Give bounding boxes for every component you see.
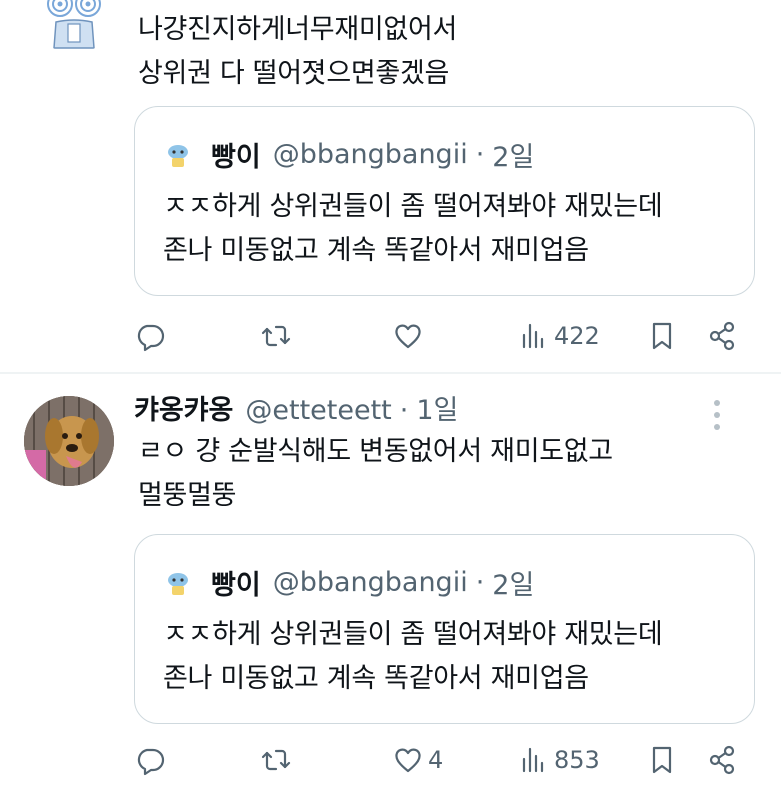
quoted-tweet-text: ㅈㅈ하게 상위권들이 좀 떨어져봐야 재밌는데 존나 미동없고 계속 똑같아서 … [163, 185, 734, 273]
bookmark-icon [652, 746, 672, 774]
reply-icon [137, 324, 165, 352]
retweet-button[interactable] [260, 740, 292, 780]
separator-dot: · [475, 567, 485, 598]
heart-icon [395, 324, 421, 349]
quoted-display-name[interactable]: 빵이 [211, 135, 261, 174]
separator-dot: · [399, 395, 409, 426]
avatar-image [24, 396, 114, 486]
avatar-image [34, 0, 114, 54]
views-chart-icon [522, 747, 544, 773]
more-dot [714, 400, 720, 406]
tweet-actions: 422 [134, 316, 755, 356]
tweet-actions: 4 853 [134, 740, 755, 780]
bookmark-button[interactable] [646, 316, 678, 356]
reply-button[interactable] [134, 316, 166, 356]
quoted-tweet-header: 빵이 @bbangbangii · 2일 [163, 563, 534, 602]
reply-button[interactable] [134, 740, 166, 780]
quoted-text-line: 존나 미동없고 계속 똑같아서 재미업음 [163, 235, 589, 266]
quoted-handle[interactable]: @bbangbangii [273, 139, 468, 170]
quoted-timestamp[interactable]: 2일 [492, 563, 534, 602]
reply-icon [137, 748, 165, 776]
timestamp[interactable]: 1일 [416, 388, 458, 427]
quoted-handle[interactable]: @bbangbangii [273, 567, 468, 598]
like-button[interactable] [392, 316, 424, 356]
bookmark-button[interactable] [646, 740, 678, 780]
retweet-icon [261, 749, 291, 771]
views-count: 422 [554, 322, 600, 350]
more-dot [714, 424, 720, 430]
more-dot [714, 412, 720, 418]
quoted-text-line: 존나 미동없고 계속 똑같아서 재미업음 [163, 663, 589, 694]
display-name[interactable]: 캬옹캬옹 [134, 388, 233, 427]
retweet-button[interactable] [260, 316, 292, 356]
views-button[interactable]: 853 [518, 740, 600, 780]
tweet-text: 나걍진지하게너무재미없어서 상위권 다 떨어졋으면좋겠음 [138, 8, 457, 96]
views-chart-icon [522, 323, 544, 349]
views-button[interactable]: 422 [518, 316, 600, 356]
quoted-avatar-image [163, 567, 193, 598]
share-button[interactable] [706, 740, 738, 780]
separator-dot: · [475, 139, 485, 170]
more-vertical-icon[interactable] [713, 400, 721, 430]
tweet-text-line: 멀뚱멀뚱 [138, 480, 237, 511]
retweet-icon [261, 325, 291, 347]
bookmark-icon [652, 322, 672, 350]
tweet-text-line: ㄹㅇ 걍 순발식해도 변동없어서 재미도없고 [138, 436, 613, 467]
share-button[interactable] [706, 316, 738, 356]
quoted-timestamp[interactable]: 2일 [492, 135, 534, 174]
tweet[interactable]: 캬옹캬옹 @etteteett · 1일 ㄹㅇ 걍 순발식해도 변동없어서 재미… [0, 374, 781, 793]
views-count: 853 [554, 746, 600, 774]
quoted-display-name[interactable]: 빵이 [211, 563, 261, 602]
avatar[interactable] [34, 0, 114, 54]
quoted-avatar[interactable] [163, 567, 193, 598]
quoted-text-line: ㅈㅈ하게 상위권들이 좀 떨어져봐야 재밌는데 [163, 619, 663, 650]
user-handle[interactable]: @etteteett [245, 395, 391, 426]
heart-icon [395, 748, 421, 773]
tweet-text-line: 상위권 다 떨어졋으면좋겠음 [138, 58, 450, 89]
tweet-text-line: 나걍진지하게너무재미없어서 [138, 14, 458, 45]
avatar[interactable] [24, 396, 114, 486]
share-icon [709, 745, 735, 775]
quoted-tweet[interactable]: 빵이 @bbangbangii · 2일 ㅈㅈ하게 상위권들이 좀 떨어져봐야 … [134, 534, 755, 724]
tweet-text: ㄹㅇ 걍 순발식해도 변동없어서 재미도없고 멀뚱멀뚱 [138, 430, 613, 518]
like-count: 4 [428, 746, 444, 774]
tweet[interactable]: 나걍진지하게너무재미없어서 상위권 다 떨어졋으면좋겠음 빵이 @bbangba… [0, 0, 781, 372]
quoted-tweet-text: ㅈㅈ하게 상위권들이 좀 떨어져봐야 재밌는데 존나 미동없고 계속 똑같아서 … [163, 613, 734, 701]
tweet-header: 캬옹캬옹 @etteteett · 1일 [134, 388, 458, 427]
quoted-text-line: ㅈㅈ하게 상위권들이 좀 떨어져봐야 재밌는데 [163, 191, 663, 222]
share-icon [709, 321, 735, 351]
quoted-tweet[interactable]: 빵이 @bbangbangii · 2일 ㅈㅈ하게 상위권들이 좀 떨어져봐야 … [134, 106, 755, 296]
quoted-avatar[interactable] [163, 139, 193, 170]
quoted-tweet-header: 빵이 @bbangbangii · 2일 [163, 135, 534, 174]
like-button[interactable]: 4 [392, 740, 443, 780]
quoted-avatar-image [163, 139, 193, 170]
